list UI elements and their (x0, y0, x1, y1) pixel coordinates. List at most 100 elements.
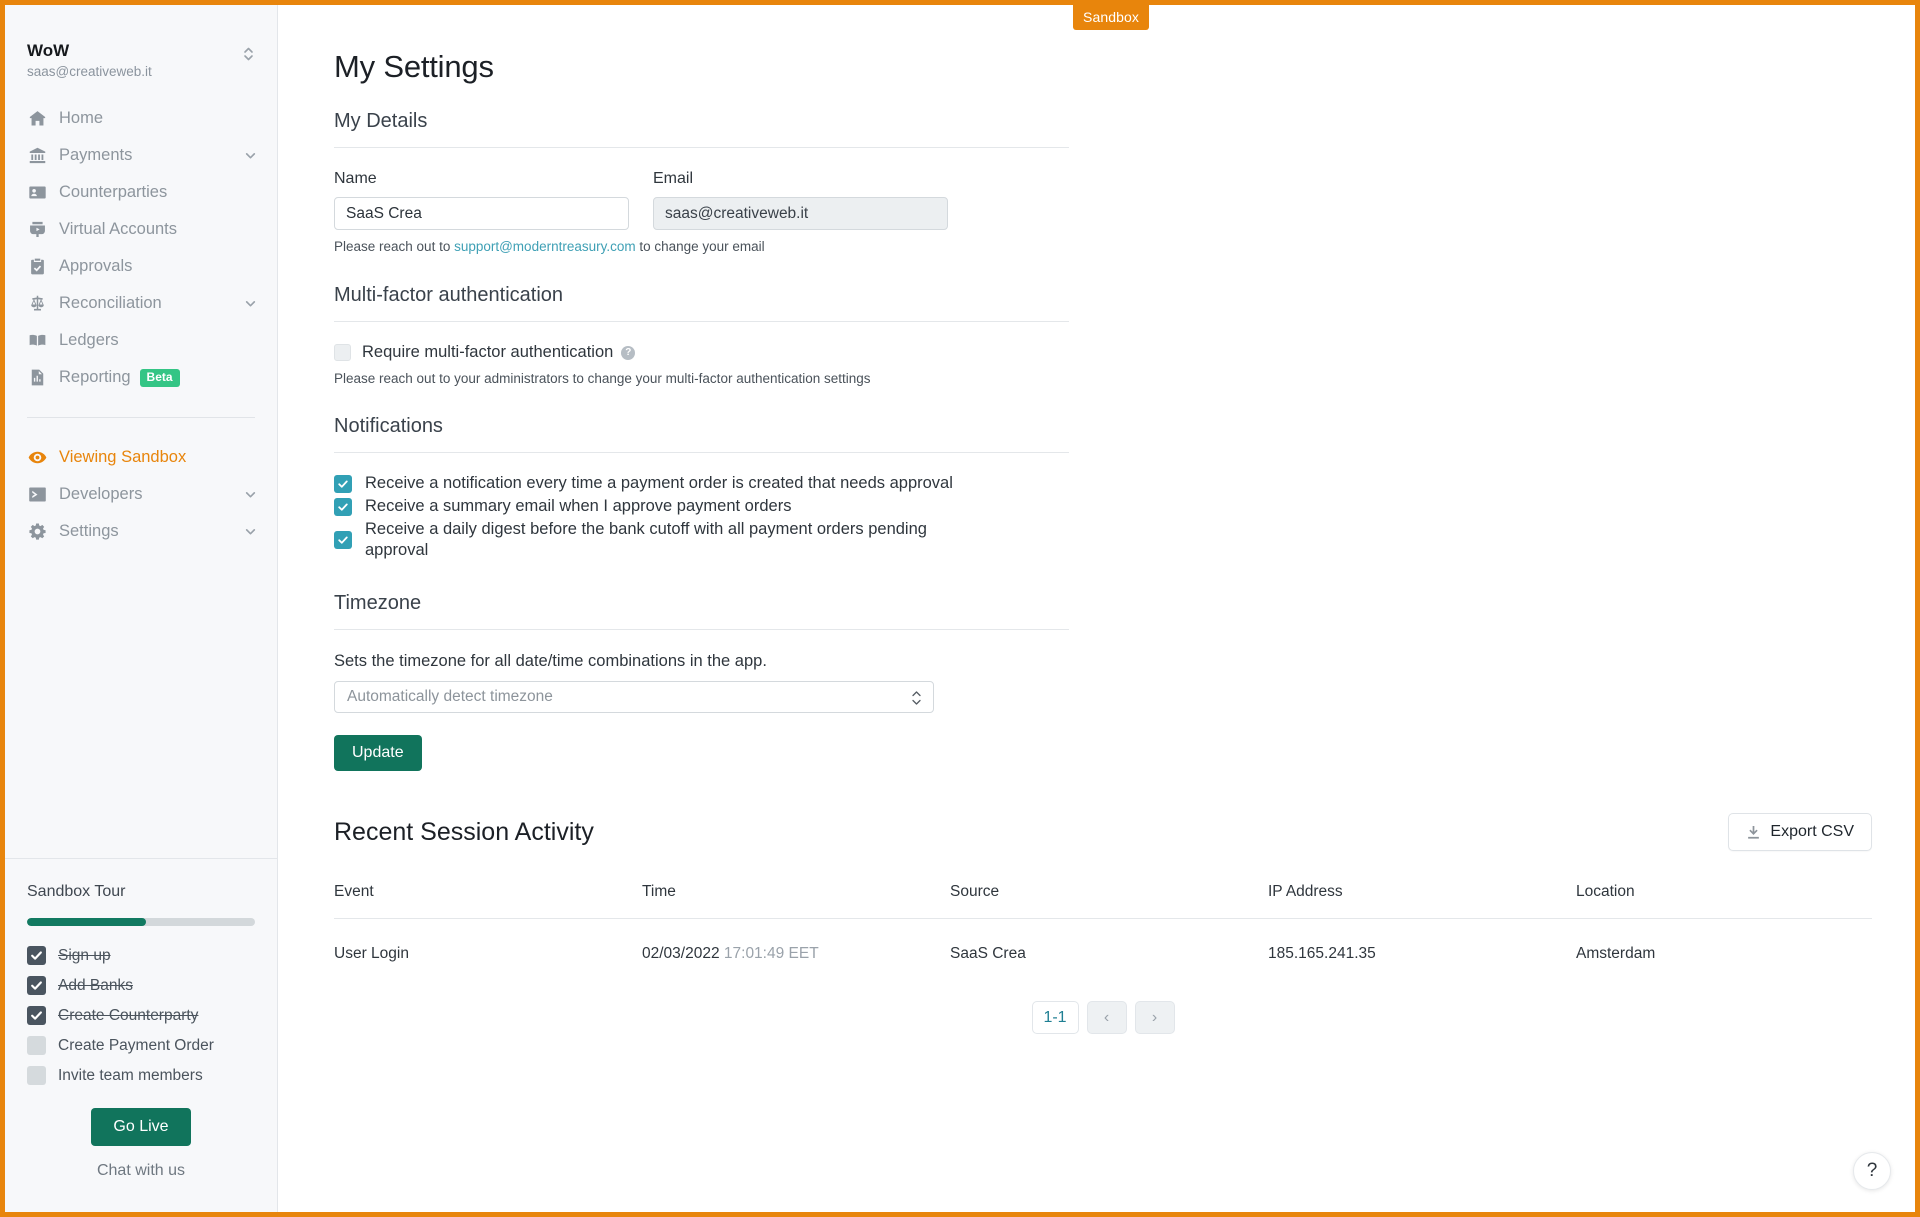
checkbox-unchecked-icon[interactable] (27, 1066, 46, 1085)
sidebar-item-label: Reporting (59, 368, 131, 386)
export-csv-button[interactable]: Export CSV (1728, 813, 1872, 851)
session-activity-table: Event Time Source IP Address Location Us… (334, 883, 1872, 963)
sidebar-item-label: Developers (59, 485, 143, 503)
scales-icon (27, 294, 47, 314)
chevron-down-icon[interactable] (244, 149, 257, 162)
chevron-down-icon[interactable] (244, 297, 257, 310)
sidebar-item-settings[interactable]: Settings (5, 513, 277, 550)
sidebar-item-approvals[interactable]: Approvals (5, 248, 277, 285)
checkbox-unchecked-icon[interactable] (27, 1036, 46, 1055)
column-header-time: Time (642, 883, 950, 919)
sidebar-item-reporting[interactable]: Reporting Beta (5, 359, 277, 396)
sidebar-item-label: Counterparties (59, 183, 168, 201)
chevron-down-icon[interactable] (244, 525, 257, 538)
tour-item-label: Create Counterparty (58, 1006, 199, 1024)
checkbox-checked-icon[interactable] (27, 1006, 46, 1025)
timezone-selected-value: Automatically detect timezone (347, 688, 553, 705)
timezone-heading: Timezone (334, 592, 422, 614)
table-row[interactable]: User Login 02/03/2022 17:01:49 EET SaaS … (334, 919, 1872, 964)
support-email-link[interactable]: support@moderntreasury.com (454, 239, 636, 254)
notification-label: Receive a summary email when I approve p… (365, 497, 792, 515)
sidebar-item-virtual-accounts[interactable]: Virtual Accounts (5, 211, 277, 248)
table-header-row: Event Time Source IP Address Location (334, 883, 1872, 919)
counterparties-icon (27, 183, 47, 203)
mfa-helper-text: Please reach out to your administrators … (334, 371, 871, 386)
mfa-heading: Multi-factor authentication (334, 284, 564, 306)
org-switcher[interactable]: WoW saas@creativeweb.it (5, 5, 277, 98)
chevron-updown-icon[interactable] (911, 688, 922, 713)
home-icon (27, 109, 47, 129)
notification-checkbox-checked-icon[interactable] (334, 497, 352, 516)
email-input (653, 197, 948, 230)
report-icon (27, 368, 47, 388)
tour-item-create-payment-order[interactable]: Create Payment Order (27, 1036, 255, 1055)
notification-label: Receive a daily digest before the bank c… (365, 520, 927, 559)
checkbox-checked-icon[interactable] (27, 946, 46, 965)
help-button[interactable]: ? (1853, 1152, 1891, 1190)
email-field-group: Email (653, 170, 948, 230)
sidebar-divider (27, 417, 255, 418)
name-input[interactable] (334, 197, 629, 230)
sidebar-item-home[interactable]: Home (5, 100, 277, 137)
sandbox-tour-panel: Sandbox Tour Sign up Add Banks Create Co… (5, 858, 277, 1212)
checkbox-checked-icon[interactable] (27, 976, 46, 995)
cell-time-date: 02/03/2022 (642, 945, 720, 962)
cell-time-clock: 17:01:49 EET (723, 945, 819, 962)
table-head: Event Time Source IP Address Location (334, 883, 1872, 919)
tour-item-sign-up[interactable]: Sign up (27, 946, 255, 965)
section-divider (334, 321, 1069, 322)
pagination-prev-button[interactable]: ‹ (1086, 1001, 1127, 1034)
chat-with-us-link[interactable]: Chat with us (27, 1162, 255, 1180)
sidebar-item-counterparties[interactable]: Counterparties (5, 174, 277, 211)
tour-item-label: Invite team members (58, 1066, 203, 1084)
name-field-group: Name (334, 170, 629, 230)
page-title: My Settings (334, 49, 494, 84)
go-live-wrap: Go Live (27, 1108, 255, 1146)
mfa-section: Multi-factor authentication Require mult… (334, 284, 1915, 386)
download-icon (1746, 825, 1761, 840)
sidebar-item-viewing-sandbox[interactable]: Viewing Sandbox (5, 439, 277, 476)
sandbox-tour-progress-fill (27, 918, 146, 926)
column-header-ip: IP Address (1268, 883, 1576, 919)
my-details-section: My Details Name Email Please reach out t… (334, 110, 1915, 254)
sandbox-environment-badge: Sandbox (1073, 5, 1149, 30)
sidebar-item-ledgers[interactable]: Ledgers (5, 322, 277, 359)
sandbox-tour-title: Sandbox Tour (27, 883, 126, 900)
tour-item-label: Create Payment Order (58, 1036, 214, 1054)
sandbox-tour-list: Sign up Add Banks Create Counterparty Cr… (27, 946, 255, 1085)
tour-item-invite-team-members[interactable]: Invite team members (27, 1066, 255, 1085)
notifications-list: Receive a notification every time a paym… (334, 473, 1915, 561)
sidebar-item-payments[interactable]: Payments (5, 137, 277, 174)
name-label: Name (334, 170, 377, 187)
sidebar-item-reconciliation[interactable]: Reconciliation (5, 285, 277, 322)
pagination-range[interactable]: 1-1 (1031, 1001, 1079, 1034)
sidebar-item-developers[interactable]: Developers (5, 476, 277, 513)
beta-badge: Beta (139, 368, 180, 387)
mfa-checkbox[interactable] (334, 344, 351, 361)
timezone-select[interactable]: Automatically detect timezone (334, 681, 934, 713)
org-name: WoW (27, 41, 70, 60)
activity-title: Recent Session Activity (334, 817, 594, 846)
sandbox-tour-progress (27, 918, 255, 926)
update-button[interactable]: Update (334, 735, 422, 771)
terminal-icon (27, 485, 47, 505)
notification-checkbox-checked-icon[interactable] (334, 531, 352, 549)
pagination-next-button[interactable]: › (1134, 1001, 1175, 1034)
help-circle-icon[interactable]: ? (621, 345, 636, 360)
settings-page: My Settings My Details Name Email P (278, 5, 1915, 1034)
main-content: My Settings My Details Name Email P (278, 5, 1915, 1212)
section-divider (334, 452, 1069, 453)
mfa-checkbox-label-wrap: Require multi-factor authentication ? (362, 343, 636, 362)
chevron-down-icon[interactable] (244, 488, 257, 501)
app-window: Sandbox WoW saas@creativeweb.it Home Pay… (0, 0, 1920, 1217)
column-header-source: Source (950, 883, 1268, 919)
tour-item-create-counterparty[interactable]: Create Counterparty (27, 1006, 255, 1025)
tour-item-add-banks[interactable]: Add Banks (27, 976, 255, 995)
cell-source: SaaS Crea (950, 945, 1026, 962)
gear-icon (27, 522, 47, 542)
chevron-updown-icon[interactable] (241, 44, 255, 64)
notification-row: Receive a notification every time a paym… (334, 473, 954, 494)
notification-checkbox-checked-icon[interactable] (334, 474, 352, 493)
go-live-button[interactable]: Go Live (91, 1108, 191, 1146)
sidebar-item-label: Viewing Sandbox (59, 448, 187, 466)
